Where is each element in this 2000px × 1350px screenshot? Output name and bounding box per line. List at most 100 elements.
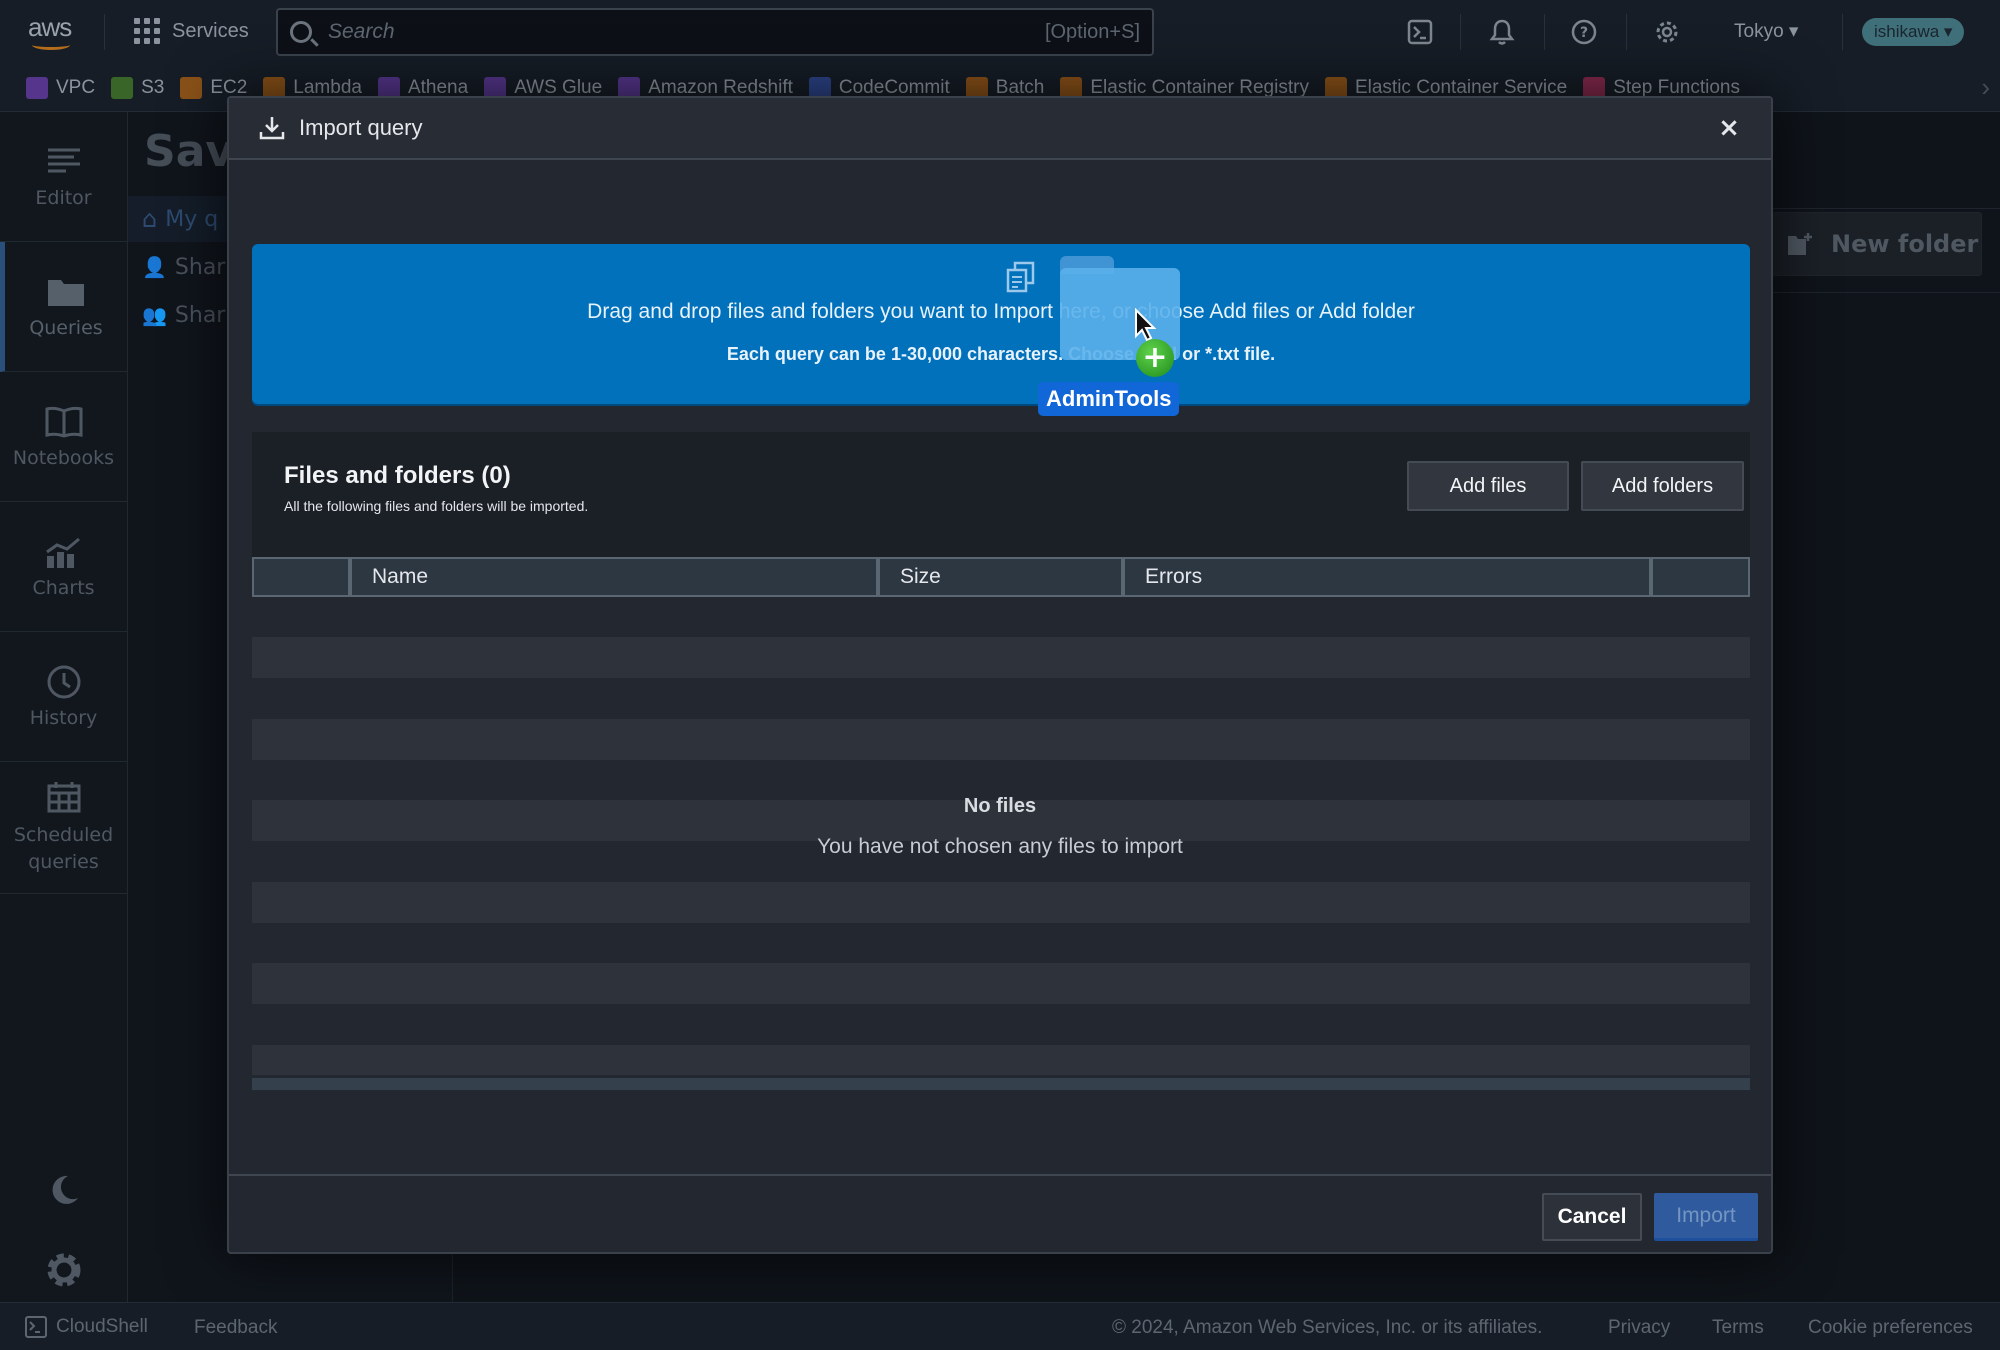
- aws-logo-text: aws: [28, 12, 72, 42]
- modal-footer: [229, 1174, 1771, 1254]
- cloudshell-label: CloudShell: [56, 1316, 148, 1337]
- add-copy-badge-icon: +: [1136, 339, 1174, 377]
- service-icon: [180, 76, 203, 99]
- column-label: Errors: [1145, 565, 1203, 588]
- drop-zone-constraints: Each query can be 1-30,000 characters. C…: [726, 344, 1276, 364]
- divider: [1544, 14, 1545, 50]
- bell-icon[interactable]: [1488, 18, 1516, 46]
- modal-header: Import query ×: [229, 98, 1771, 160]
- aws-smile-icon: [32, 40, 70, 50]
- table-row-placeholder: [252, 719, 1750, 760]
- folder-icon: [47, 275, 85, 309]
- rail-settings-button[interactable]: [0, 1248, 128, 1292]
- favorite-vpc[interactable]: VPC: [26, 76, 96, 99]
- rail-item-label: Charts: [32, 576, 95, 599]
- files-section-title: Files and folders (0): [284, 462, 511, 489]
- add-folders-button[interactable]: Add folders: [1581, 461, 1744, 511]
- share-user-icon: 👤: [142, 255, 167, 279]
- rail-item-queries[interactable]: Queries: [0, 242, 127, 372]
- gear-icon: [47, 1253, 81, 1287]
- divider: [104, 14, 105, 50]
- services-menu-button[interactable]: Services: [134, 18, 249, 44]
- users-icon: 👥: [142, 303, 167, 327]
- empty-state-message: You have not chosen any files to import: [817, 835, 1183, 858]
- new-folder-label: New folder: [1831, 230, 1979, 258]
- cancel-button[interactable]: Cancel: [1542, 1193, 1642, 1241]
- left-rail: Editor Queries Notebooks Charts History …: [0, 112, 128, 1302]
- services-label: Services: [172, 19, 249, 42]
- nav-item-label: My q: [165, 206, 219, 232]
- column-header-actions: [1651, 557, 1750, 597]
- download-icon: [259, 117, 285, 140]
- terms-link[interactable]: Terms: [1712, 1317, 1764, 1339]
- rail-item-label: History: [29, 706, 98, 729]
- table-row-placeholder: [252, 882, 1750, 923]
- import-query-modal: Import query × Drag and drop files and f…: [227, 96, 1773, 1254]
- cloudshell-icon: [25, 1316, 47, 1338]
- cookie-preferences-link[interactable]: Cookie preferences: [1808, 1317, 1973, 1339]
- home-icon: ⌂: [142, 205, 158, 233]
- service-icon: [111, 76, 134, 99]
- user-menu[interactable]: ishikawa ▾: [1862, 18, 1965, 46]
- cloudshell-link[interactable]: CloudShell: [24, 1315, 148, 1339]
- divider: [1626, 14, 1627, 50]
- favorite-label: S3: [141, 76, 165, 98]
- privacy-link[interactable]: Privacy: [1608, 1317, 1670, 1339]
- rail-item-label: Scheduled queries: [13, 823, 114, 873]
- nav-item-label: Shar: [174, 254, 226, 280]
- files-section-subtitle: All the following files and folders will…: [284, 498, 589, 514]
- file-drop-zone[interactable]: Drag and drop files and folders you want…: [252, 244, 1750, 404]
- nav-item-label: Shar: [174, 302, 226, 328]
- calendar-icon: [45, 780, 83, 814]
- dragged-item-label: AdminTools: [1038, 382, 1180, 416]
- column-header-name[interactable]: Name: [350, 557, 878, 597]
- cloudshell-icon[interactable]: [1406, 18, 1434, 46]
- book-icon: [45, 405, 83, 439]
- rail-item-notebooks[interactable]: Notebooks: [0, 372, 127, 502]
- editor-icon: [45, 145, 83, 179]
- favorite-s3[interactable]: S3: [111, 76, 165, 99]
- table-row-placeholder: [252, 1045, 1750, 1075]
- service-icon: [26, 76, 48, 99]
- search-box[interactable]: [Option+S]: [276, 8, 1154, 56]
- table-row-placeholder: [252, 963, 1750, 1004]
- add-files-button[interactable]: Add files: [1407, 461, 1569, 511]
- favorite-label: VPC: [56, 76, 96, 98]
- table-row-placeholder: [252, 637, 1750, 678]
- rail-item-scheduled-queries[interactable]: Scheduled queries: [0, 762, 127, 894]
- column-header-select: [252, 557, 350, 597]
- search-input[interactable]: [328, 20, 1045, 44]
- copyright-text: © 2024, Amazon Web Services, Inc. or its…: [1112, 1317, 1543, 1338]
- chart-icon: [45, 535, 83, 569]
- rail-item-charts[interactable]: Charts: [0, 502, 127, 632]
- copy-files-icon: [1006, 261, 1035, 293]
- modal-title: Import query: [299, 115, 423, 140]
- divider: [1842, 14, 1843, 50]
- top-navigation: aws Services [Option+S] ? Tokyo ▾ ishika…: [0, 0, 2000, 64]
- close-icon[interactable]: ×: [1715, 113, 1743, 143]
- search-shortcut-hint: [Option+S]: [1044, 20, 1140, 43]
- new-folder-button[interactable]: New folder: [1772, 212, 1982, 276]
- svg-text:?: ?: [1580, 25, 1588, 41]
- help-icon[interactable]: ?: [1570, 18, 1598, 46]
- search-icon: [290, 21, 312, 43]
- drop-zone-instructions: Drag and drop files and folders you want…: [587, 300, 1415, 323]
- horizontal-scrollbar[interactable]: [252, 1078, 1750, 1090]
- rail-item-editor[interactable]: Editor: [0, 112, 127, 242]
- rail-item-history[interactable]: History: [0, 632, 127, 762]
- column-header-size[interactable]: Size: [878, 557, 1123, 597]
- moon-icon: [52, 1175, 78, 1204]
- table-header: Name Size Errors: [252, 557, 1750, 597]
- column-label: Size: [900, 565, 941, 588]
- import-button[interactable]: Import: [1654, 1193, 1758, 1241]
- settings-icon[interactable]: [1653, 18, 1681, 46]
- dark-mode-toggle[interactable]: [0, 1172, 128, 1208]
- feedback-link[interactable]: Feedback: [194, 1317, 277, 1339]
- empty-state-title: No files: [963, 795, 1037, 817]
- divider: [1460, 14, 1461, 50]
- region-selector[interactable]: Tokyo ▾: [1734, 20, 1798, 43]
- aws-logo[interactable]: aws: [28, 12, 80, 52]
- chevron-right-icon[interactable]: ›: [1981, 72, 1990, 103]
- rail-item-label: Editor: [35, 186, 92, 209]
- column-header-errors[interactable]: Errors: [1123, 557, 1651, 597]
